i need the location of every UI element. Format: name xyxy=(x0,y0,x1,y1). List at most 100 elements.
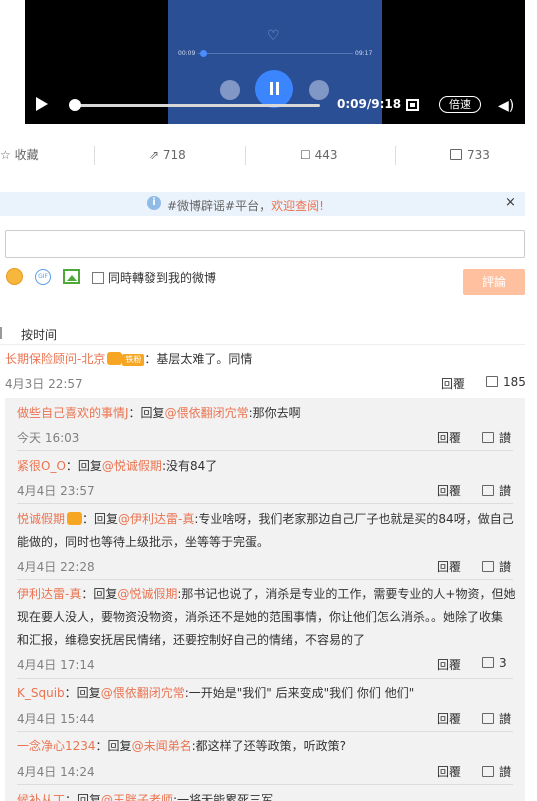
divider xyxy=(395,146,396,165)
reply-button[interactable]: 回覆 xyxy=(437,482,461,499)
reply-button[interactable]: 回覆 xyxy=(437,763,461,780)
image-icon[interactable] xyxy=(63,269,80,284)
thumb-up-icon xyxy=(486,376,498,387)
inner-total-time: 09:17 xyxy=(355,50,373,57)
reply-prefix: ：回复 xyxy=(82,512,119,526)
notice-prefix: #微博辟谣#平台， xyxy=(167,199,272,213)
list-item: K_Squib：回复@偎依翻闭宂常:一开始是"我们" 后来变成"我们 你们 他们… xyxy=(17,682,517,726)
reply-like-label: 3 xyxy=(499,656,507,670)
vip-badge-icon xyxy=(67,512,83,525)
reply-button[interactable]: 回覆 xyxy=(437,710,461,727)
reply-text-continued: 能做的，同时也等待上级批示，坐等等于完蛋。 xyxy=(17,535,270,549)
divider xyxy=(245,146,246,165)
thumb-up-icon xyxy=(482,766,494,777)
reply-like-button[interactable]: 讃 xyxy=(482,710,511,727)
forward-count: 718 xyxy=(162,148,186,162)
reply-user[interactable]: 悦诚假期 xyxy=(17,512,65,526)
reply-prefix: ：回复 xyxy=(95,739,132,753)
reply-button[interactable]: 回覆 xyxy=(437,656,461,673)
reply-user[interactable]: 紧很O_O xyxy=(17,459,66,473)
reply-text: :专业啥呀，我们老家那边自己厂子也就是买的84呀，做自己 xyxy=(194,512,514,526)
reply-mention[interactable]: @偎依翻闭宂常 xyxy=(101,686,185,700)
comment-text: ：基层太难了。同情 xyxy=(144,352,253,366)
reply-button[interactable]: 回覆 xyxy=(437,429,461,446)
volume-icon[interactable]: ◀) xyxy=(498,98,514,114)
reply-like-label: 讃 xyxy=(499,484,512,498)
reply-mention[interactable]: @未闻弟名 xyxy=(132,739,192,753)
speed-button[interactable]: 倍速 xyxy=(439,96,481,113)
reply-like-label: 讃 xyxy=(499,431,512,445)
like-button[interactable]: 733 xyxy=(450,140,490,170)
notice-link[interactable]: 欢迎查阅! xyxy=(271,199,324,213)
reply-mention[interactable]: @王胖子老师 xyxy=(101,793,173,801)
reply-mention[interactable]: @悦诚假期 xyxy=(117,587,177,601)
list-item: 一念净心1234：回复@未闻弟名:都这样了还等政策，听政策? 4月4日 14:2… xyxy=(17,735,517,779)
reply-mention[interactable]: @伊利达雷-真 xyxy=(118,512,194,526)
sort-divider xyxy=(0,327,2,339)
progress-knob[interactable] xyxy=(69,99,81,111)
reply-user[interactable]: 做些自己喜欢的事情J xyxy=(17,406,129,420)
comment-user[interactable]: 长期保险顾问-北京 xyxy=(5,352,105,366)
action-bar: ☆ 收藏 ⇗ 718 ☐ 443 733 xyxy=(0,140,537,170)
reply-like-button[interactable]: 讃 xyxy=(482,429,511,446)
comment-input[interactable] xyxy=(5,230,525,258)
reply-like-button[interactable]: 讃 xyxy=(482,763,511,780)
video-player[interactable]: ♡ 00:09 09:17 0:09/9:18 倍速 ◀) xyxy=(25,0,525,124)
reply-text: :没有84了 xyxy=(161,459,218,473)
reply-time: 4月4日 15:44 xyxy=(17,712,95,726)
reply-button[interactable]: 回覆 xyxy=(437,558,461,575)
reply-like-label: 讃 xyxy=(499,712,512,726)
comment-like-button[interactable]: 185 xyxy=(486,375,526,389)
thumb-up-icon xyxy=(482,657,494,668)
reply-text: :那书记也说了，消杀是专业的工作，需要专业的人+物资，但她 xyxy=(177,587,516,601)
reply-like-label: 讃 xyxy=(499,765,512,779)
close-icon[interactable]: × xyxy=(505,195,516,210)
reply-time: 4月4日 14:24 xyxy=(17,765,95,779)
favorite-label: 收藏 xyxy=(14,148,39,162)
share-icon: ⇗ xyxy=(149,148,163,162)
progress-bar[interactable] xyxy=(70,104,320,107)
sort-by-time-tab[interactable]: 按时间 xyxy=(21,326,57,343)
reply-user[interactable]: 伊利达雷-真 xyxy=(17,587,81,601)
reply-text: :都这样了还等政策，听政策? xyxy=(191,739,346,753)
comment-icon: ☐ xyxy=(300,148,315,162)
reply-like-button[interactable]: 讃 xyxy=(482,558,511,575)
reply-prefix: ：回复 xyxy=(65,459,102,473)
repost-checkbox[interactable] xyxy=(92,272,104,284)
inner-pause-icon xyxy=(255,70,293,108)
star-icon: ☆ xyxy=(0,148,15,162)
info-icon: i xyxy=(147,196,161,210)
reply-mention[interactable]: @悦诚假期 xyxy=(102,459,162,473)
reply-mention[interactable]: @偎依翻闭宂常 xyxy=(165,406,249,420)
divider xyxy=(17,731,513,732)
gif-icon[interactable]: GIF xyxy=(35,269,51,285)
reply-button[interactable]: 回覆 xyxy=(441,375,465,392)
reply-prefix: ：回复 xyxy=(128,406,165,420)
reply-time: 4月4日 23:57 xyxy=(17,484,95,498)
comment-time: 4月3日 22:57 xyxy=(5,377,83,391)
thumb-up-icon xyxy=(450,149,462,160)
comment-button[interactable]: ☐ 443 xyxy=(300,140,337,170)
submit-comment-button[interactable]: 評論 xyxy=(463,269,525,295)
thumb-up-icon xyxy=(482,432,494,443)
reply-user[interactable]: K_Squib xyxy=(17,686,65,700)
emoji-icon[interactable] xyxy=(6,268,23,285)
play-icon[interactable] xyxy=(36,97,48,111)
reply-text: :那你去啊 xyxy=(248,406,301,420)
reply-user[interactable]: 候补从丁 xyxy=(17,793,65,801)
favorite-button[interactable]: ☆ 收藏 xyxy=(0,140,39,170)
fullscreen-icon[interactable] xyxy=(406,99,419,111)
reply-like-button[interactable]: 讃 xyxy=(482,482,511,499)
thumb-up-icon xyxy=(482,713,494,724)
forward-button[interactable]: ⇗ 718 xyxy=(149,140,186,170)
reply-time: 4月4日 22:28 xyxy=(17,560,95,574)
inner-prev-icon xyxy=(220,80,240,100)
inner-progress-knob xyxy=(200,50,207,57)
reply-user[interactable]: 一念净心1234 xyxy=(17,739,96,753)
list-item: 候补从丁：回复@王胖子老师:一将无能累死三军 xyxy=(17,789,517,801)
video-time: 0:09/9:18 xyxy=(337,97,402,111)
list-item: 伊利达雷-真：回复@悦诚假期:那书记也说了，消杀是专业的工作，需要专业的人+物资… xyxy=(17,583,517,672)
reply-like-button[interactable]: 3 xyxy=(482,656,507,670)
comment-like-count: 185 xyxy=(503,375,526,389)
top-comment: 长期保险顾问-北京 铁粉 ：基层太难了。同情 xyxy=(5,352,252,366)
